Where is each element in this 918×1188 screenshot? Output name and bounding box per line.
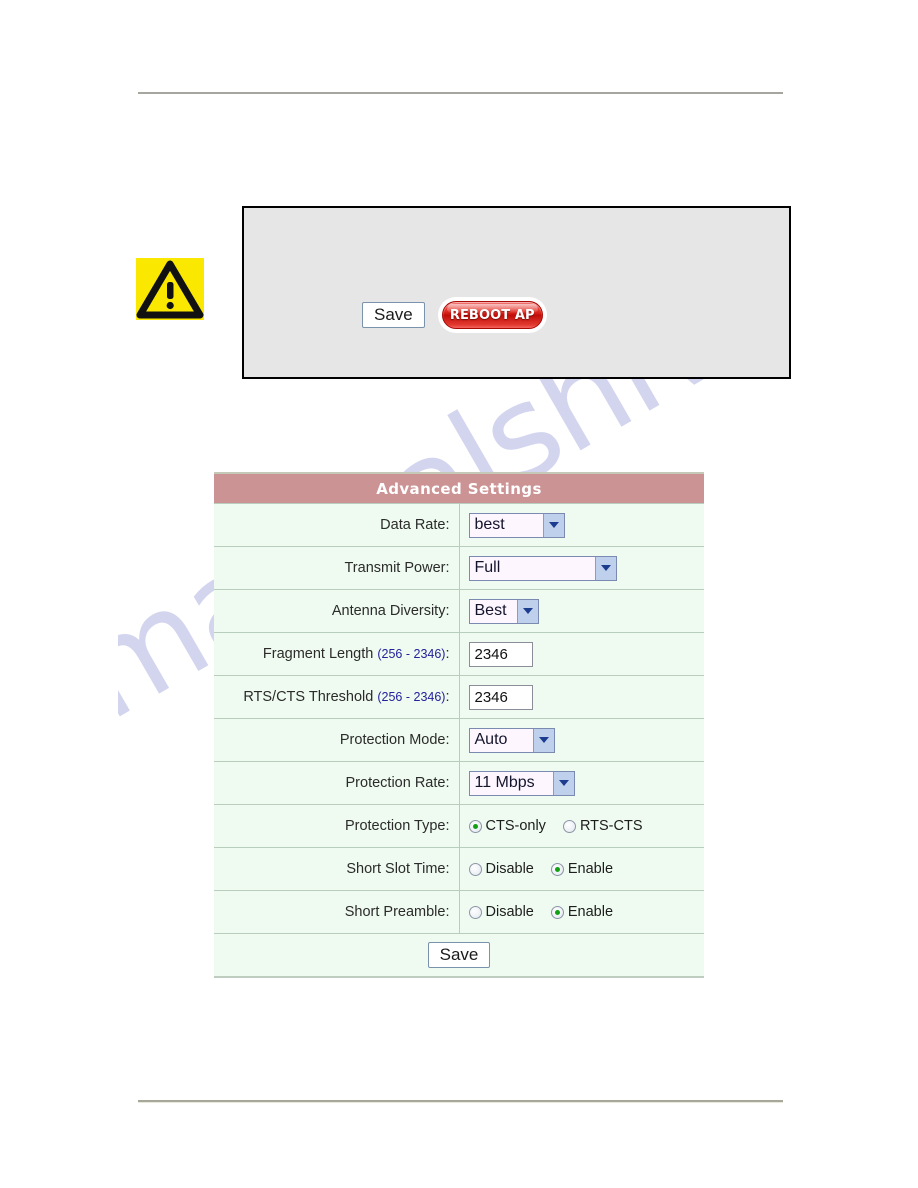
protection-type-radio-group: CTS-only RTS-CTS xyxy=(468,818,705,834)
protection-mode-value: Auto xyxy=(474,731,508,748)
short-preamble-option-enable[interactable]: Enable xyxy=(550,904,614,920)
settings-footer-cell: Save xyxy=(214,933,704,978)
value-protection-mode: Auto xyxy=(459,718,704,762)
row-fragment-length: Fragment Length (256 - 2346): 2346 xyxy=(214,632,704,676)
fragment-length-input[interactable]: 2346 xyxy=(468,641,533,667)
settings-header-row: Advanced Settings xyxy=(214,472,704,504)
short-preamble-option-disable-label: Disable xyxy=(485,904,534,920)
notice-save-button[interactable]: Save xyxy=(362,301,425,329)
row-short-slot-time: Short Slot Time: Disable Enable xyxy=(214,847,705,891)
notice-button-row: Save REBOOT AP xyxy=(362,301,543,329)
label-protection-mode: Protection Mode: xyxy=(214,718,460,762)
label-protection-rate: Protection Rate: xyxy=(214,761,460,805)
label-short-slot-time: Short Slot Time: xyxy=(214,847,460,891)
rts-cts-threshold-input[interactable]: 2346 xyxy=(468,684,533,710)
label-fragment-length-colon: : xyxy=(445,646,450,662)
protection-type-option-cts-only-label: CTS-only xyxy=(485,818,546,834)
antenna-diversity-value: Best xyxy=(474,602,507,619)
reboot-ap-label: REBOOT AP xyxy=(449,307,535,323)
warning-triangle-icon xyxy=(136,258,204,320)
label-fragment-length: Fragment Length (256 - 2346): xyxy=(214,632,460,676)
value-antenna-diversity: Best xyxy=(459,589,704,633)
protection-rate-value: 11 Mbps xyxy=(474,774,535,791)
short-slot-time-option-enable-label: Enable xyxy=(567,861,614,877)
page-footer-rule xyxy=(138,1100,783,1103)
advanced-settings-table: Advanced Settings Data Rate: best Transm… xyxy=(214,472,704,978)
page-header-rule xyxy=(138,92,783,94)
protection-type-option-rts-cts-label: RTS-CTS xyxy=(579,818,643,834)
label-data-rate: Data Rate: xyxy=(214,503,460,547)
label-rts-cts-threshold-text: RTS/CTS Threshold xyxy=(243,689,378,705)
row-antenna-diversity: Antenna Diversity: Best xyxy=(214,589,704,633)
rts-cts-threshold-range-hint: (256 - 2346) xyxy=(377,690,446,704)
row-protection-rate: Protection Rate: 11 Mbps xyxy=(214,761,704,805)
row-rts-cts-threshold: RTS/CTS Threshold (256 - 2346): 2346 xyxy=(214,675,704,719)
transmit-power-value: Full xyxy=(474,559,501,576)
notice-box: Save REBOOT AP xyxy=(242,206,791,379)
protection-type-option-rts-cts[interactable]: RTS-CTS xyxy=(562,818,643,834)
row-data-rate: Data Rate: best xyxy=(214,503,704,547)
value-protection-type: CTS-only RTS-CTS xyxy=(459,804,705,848)
value-protection-rate: 11 Mbps xyxy=(459,761,704,805)
radio-icon[interactable] xyxy=(550,905,564,919)
value-data-rate: best xyxy=(459,503,704,547)
short-slot-time-radio-group: Disable Enable xyxy=(468,861,705,877)
chevron-down-icon[interactable] xyxy=(542,513,564,537)
protection-rate-select[interactable]: 11 Mbps xyxy=(468,770,575,796)
settings-footer-row: Save xyxy=(214,933,704,978)
chevron-down-icon[interactable] xyxy=(516,599,538,623)
settings-title: Advanced Settings xyxy=(214,472,704,504)
label-rts-cts-threshold: RTS/CTS Threshold (256 - 2346): xyxy=(214,675,460,719)
data-rate-value: best xyxy=(474,516,505,533)
fragment-length-range-hint: (256 - 2346) xyxy=(377,647,446,661)
row-transmit-power: Transmit Power: Full xyxy=(214,546,704,590)
row-protection-mode: Protection Mode: Auto xyxy=(214,718,704,762)
settings-save-button[interactable]: Save xyxy=(427,941,491,969)
short-preamble-option-enable-label: Enable xyxy=(567,904,614,920)
label-short-preamble: Short Preamble: xyxy=(214,890,460,934)
label-protection-type: Protection Type: xyxy=(214,804,460,848)
chevron-down-icon[interactable] xyxy=(594,556,616,580)
radio-icon[interactable] xyxy=(468,819,482,833)
row-protection-type: Protection Type: CTS-only RTS-CTS xyxy=(214,804,705,848)
transmit-power-select[interactable]: Full xyxy=(468,555,617,581)
row-short-preamble: Short Preamble: Disable Enable xyxy=(214,890,705,934)
protection-type-option-cts-only[interactable]: CTS-only xyxy=(468,818,546,834)
label-fragment-length-text: Fragment Length xyxy=(262,646,378,662)
data-rate-select[interactable]: best xyxy=(468,512,565,538)
short-slot-time-option-disable[interactable]: Disable xyxy=(468,861,534,877)
radio-icon[interactable] xyxy=(562,819,576,833)
value-rts-cts-threshold: 2346 xyxy=(459,675,704,719)
short-slot-time-option-enable[interactable]: Enable xyxy=(550,861,614,877)
value-short-slot-time: Disable Enable xyxy=(459,847,705,891)
chevron-down-icon[interactable] xyxy=(532,728,554,752)
label-rts-cts-threshold-colon: : xyxy=(445,689,450,705)
short-slot-time-option-disable-label: Disable xyxy=(485,861,534,877)
chevron-down-icon[interactable] xyxy=(552,771,574,795)
value-short-preamble: Disable Enable xyxy=(459,890,705,934)
protection-mode-select[interactable]: Auto xyxy=(468,727,555,753)
radio-icon[interactable] xyxy=(468,862,482,876)
antenna-diversity-select[interactable]: Best xyxy=(468,598,539,624)
label-antenna-diversity: Antenna Diversity: xyxy=(214,589,460,633)
reboot-ap-button[interactable]: REBOOT AP xyxy=(441,301,543,329)
short-preamble-radio-group: Disable Enable xyxy=(468,904,705,920)
radio-icon[interactable] xyxy=(468,905,482,919)
radio-icon[interactable] xyxy=(550,862,564,876)
value-fragment-length: 2346 xyxy=(459,632,704,676)
label-transmit-power: Transmit Power: xyxy=(214,546,460,590)
short-preamble-option-disable[interactable]: Disable xyxy=(468,904,534,920)
value-transmit-power: Full xyxy=(459,546,704,590)
